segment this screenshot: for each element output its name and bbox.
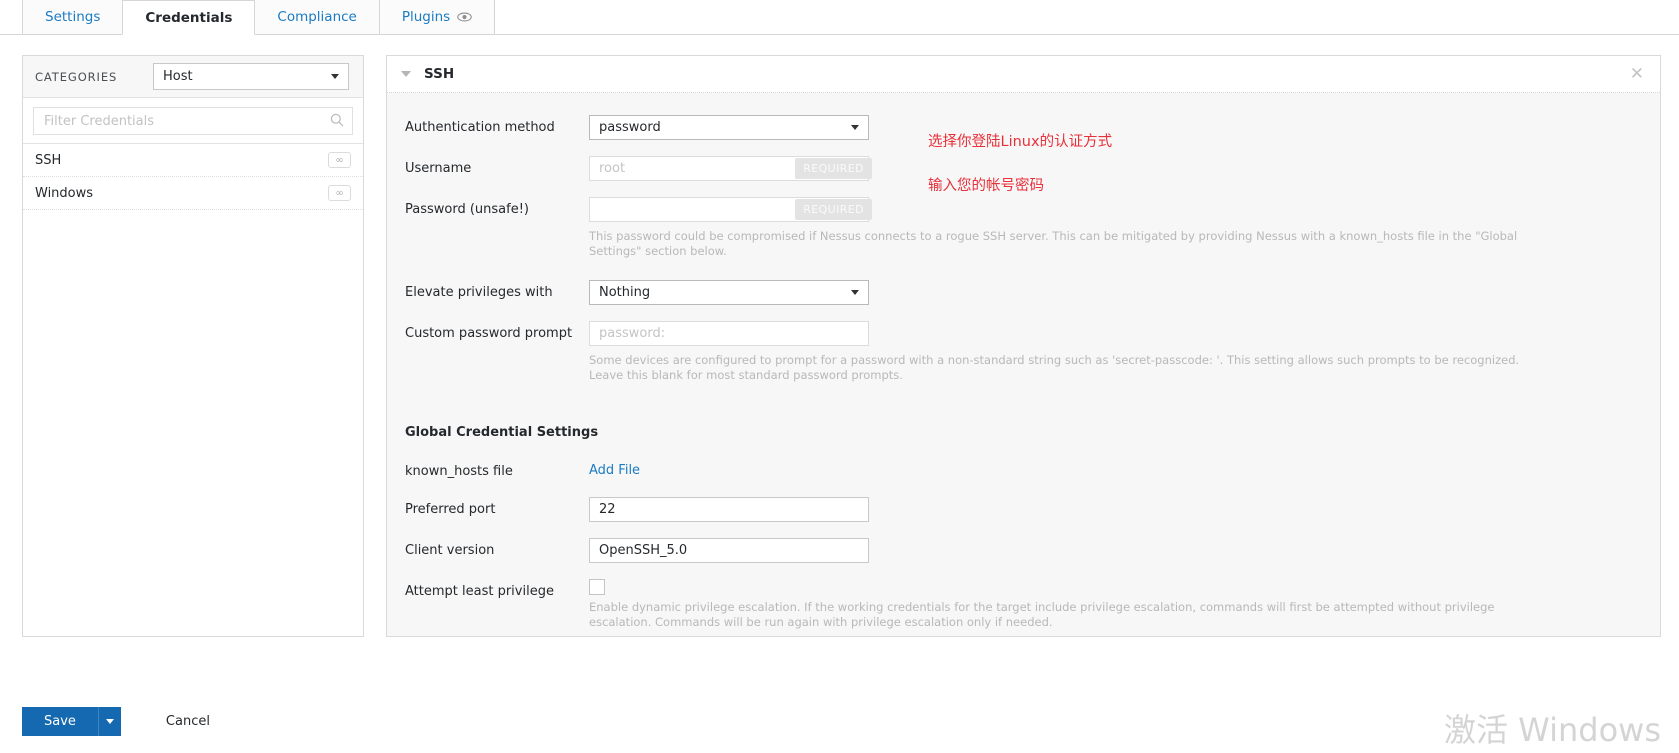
category-select-value: Host: [163, 69, 193, 84]
preferred-port-field-wrap: [589, 496, 869, 522]
custom-password-prompt-label: Custom password prompt: [405, 326, 573, 342]
username-field-wrap: REQUIRED: [589, 156, 872, 181]
required-badge: REQUIRED: [795, 158, 872, 179]
chevron-down-icon: [331, 74, 339, 79]
custom-password-prompt-field-wrap: [589, 321, 869, 347]
required-badge: REQUIRED: [795, 199, 872, 220]
annotation-auth-method: 选择你登陆Linux的认证方式: [928, 134, 1113, 150]
tab-compliance-label: Compliance: [277, 9, 357, 25]
sidebar-empty-space: [23, 210, 363, 636]
infinity-badge: ∞: [328, 185, 351, 201]
authentication-method-label: Authentication method: [405, 120, 555, 135]
row-elevate-privileges: Elevate privileges with Nothing: [387, 280, 1660, 306]
filter-credentials-box[interactable]: [33, 107, 353, 135]
password-label: Password (unsafe!): [405, 202, 530, 217]
elevate-privileges-label: Elevate privileges with: [405, 285, 553, 301]
known-hosts-file-label: known_hosts file: [405, 463, 513, 479]
credential-item-label: SSH: [35, 152, 62, 168]
elevate-privileges-value: Nothing: [599, 285, 651, 301]
tab-settings[interactable]: Settings: [22, 0, 124, 34]
tab-compliance[interactable]: Compliance: [254, 0, 380, 34]
attempt-least-privilege-label: Attempt least privilege: [405, 583, 554, 599]
elevate-privileges-select[interactable]: Nothing: [589, 280, 869, 306]
username-label: Username: [405, 161, 472, 176]
row-attempt-least-privilege: Attempt least privilege Enable dynamic p…: [387, 578, 1660, 629]
custom-password-prompt-helper-text: Some devices are configured to prompt fo…: [589, 353, 1520, 383]
attempt-least-privilege-helper-text: Enable dynamic privilege escalation. If …: [589, 599, 1495, 629]
filter-row: [23, 98, 363, 144]
row-password: Password (unsafe!) REQUIRED This passwor…: [387, 197, 1660, 258]
cancel-button[interactable]: Cancel: [166, 714, 210, 729]
client-version-input[interactable]: [590, 538, 868, 562]
categories-label: CATEGORIES: [35, 69, 118, 84]
authentication-method-value: password: [599, 120, 661, 135]
preferred-port-input[interactable]: [590, 497, 868, 521]
windows-activation-watermark: 激活 Windows: [1443, 711, 1661, 749]
credential-item-label: Windows: [35, 185, 94, 201]
attempt-least-privilege-checkbox[interactable]: [589, 578, 605, 595]
page-title: SSH: [424, 66, 455, 82]
category-select[interactable]: Host: [153, 63, 349, 90]
credentials-sidebar: CATEGORIES Host SSH ∞ Windows: [22, 55, 364, 637]
chevron-down-icon: [851, 290, 859, 296]
row-custom-password-prompt: Custom password prompt Some devices are …: [387, 321, 1660, 382]
tab-plugins[interactable]: Plugins: [378, 0, 496, 34]
tab-credentials-label: Credentials: [145, 9, 233, 26]
search-input[interactable]: [42, 112, 330, 130]
tab-settings-label: Settings: [45, 9, 101, 25]
caret-down-icon: [105, 719, 114, 724]
search-icon[interactable]: [330, 112, 344, 131]
chevron-down-icon: [851, 125, 859, 130]
custom-password-prompt-input[interactable]: [590, 322, 868, 346]
tab-bar: Settings Credentials Compliance Plugins: [0, 0, 1679, 35]
annotation-credentials: 输入您的帐号密码: [928, 178, 1044, 194]
panel-header: SSH ✕: [387, 56, 1660, 93]
infinity-badge: ∞: [328, 152, 351, 168]
footer-actions: Save Cancel: [22, 707, 210, 736]
content-area: CATEGORIES Host SSH ∞ Windows: [0, 35, 1679, 695]
authentication-method-select[interactable]: password: [589, 115, 869, 140]
row-client-version: Client version: [387, 537, 1660, 563]
tab-plugins-label: Plugins: [401, 9, 451, 25]
add-file-link[interactable]: Add File: [589, 460, 640, 478]
close-icon[interactable]: ✕: [1630, 65, 1644, 83]
password-helper-text: This password could be compromised if Ne…: [589, 229, 1518, 258]
eye-icon: [457, 12, 472, 22]
password-field-wrap: REQUIRED: [589, 197, 872, 222]
save-dropdown-button[interactable]: [97, 707, 121, 736]
tab-credentials[interactable]: Credentials: [122, 0, 256, 35]
client-version-label: Client version: [405, 542, 495, 558]
row-preferred-port: Preferred port: [387, 496, 1660, 522]
caret-down-icon[interactable]: [401, 71, 411, 77]
global-credential-settings-title: Global Credential Settings: [405, 424, 599, 440]
categories-row: CATEGORIES Host: [23, 56, 363, 98]
row-known-hosts-file: known_hosts file Add File: [387, 459, 1660, 479]
credential-item-ssh[interactable]: SSH ∞: [23, 144, 363, 177]
client-version-field-wrap: [589, 537, 869, 563]
preferred-port-label: Preferred port: [405, 501, 496, 517]
save-button[interactable]: Save: [22, 707, 98, 736]
credential-item-windows[interactable]: Windows ∞: [23, 177, 363, 210]
